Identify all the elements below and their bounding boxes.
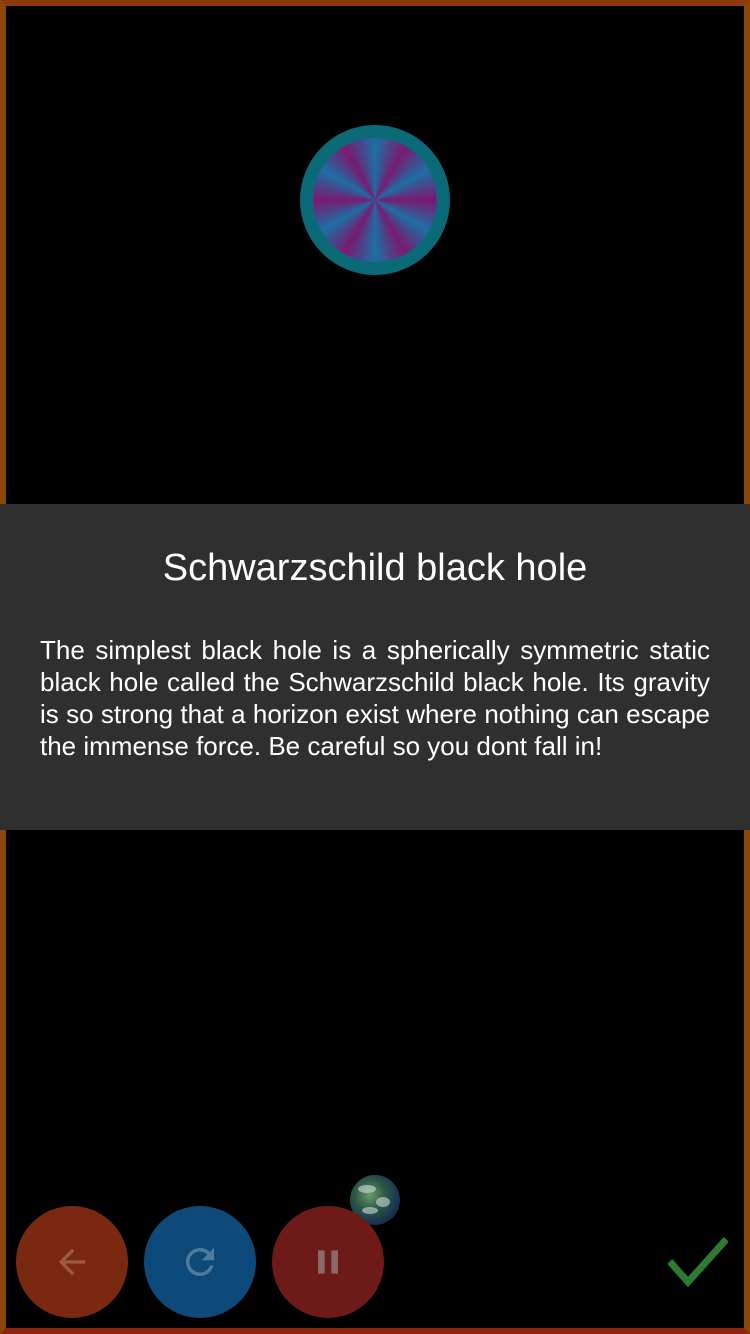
restart-icon xyxy=(186,1248,214,1276)
pause-button[interactable] xyxy=(272,1206,384,1318)
info-body: The simplest black hole is a spherically… xyxy=(40,635,710,761)
back-button[interactable] xyxy=(16,1206,128,1318)
confirm-button[interactable] xyxy=(667,1236,729,1288)
black-hole xyxy=(300,125,450,275)
restart-button[interactable] xyxy=(144,1206,256,1318)
info-title: Schwarzschild black hole xyxy=(162,547,588,589)
arrow-left-icon xyxy=(58,1248,86,1276)
checkmark-icon xyxy=(667,1237,729,1288)
info-panel: Schwarzschild black hole The simplest bl… xyxy=(0,504,750,830)
pause-icon xyxy=(318,1250,338,1274)
